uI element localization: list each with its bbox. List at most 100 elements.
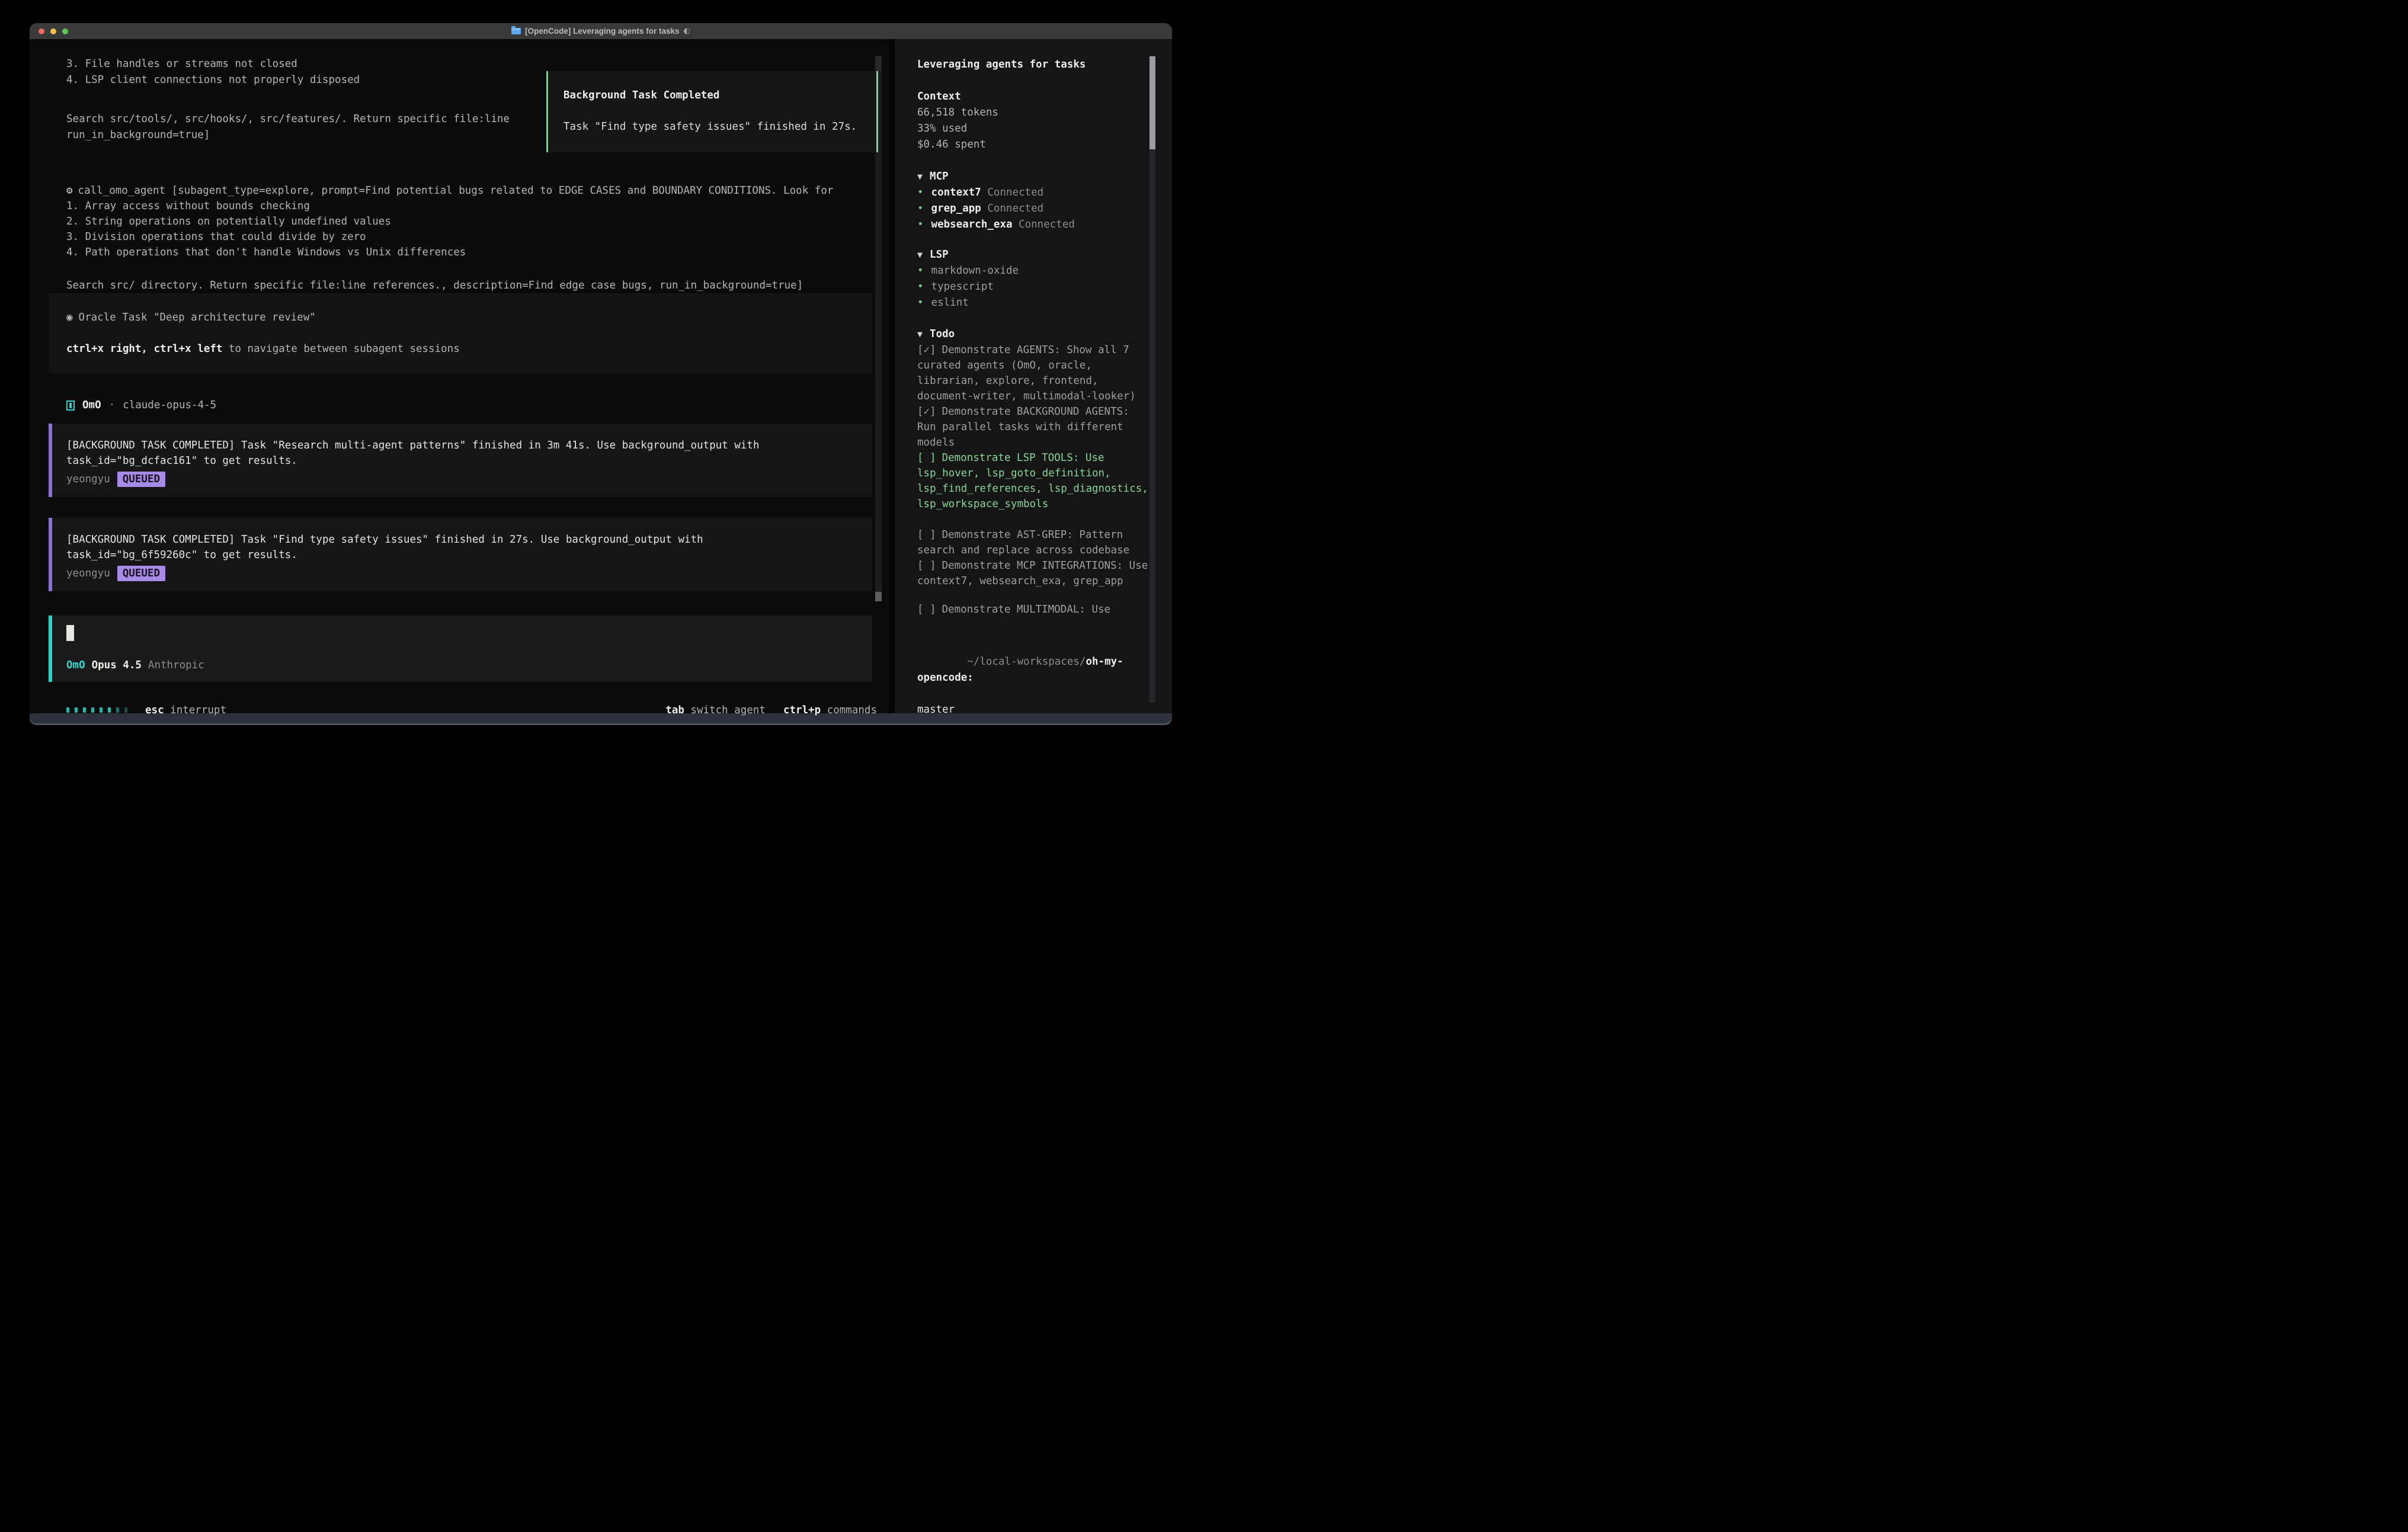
prompt-input[interactable]: OmO Opus 4.5 Anthropic — [49, 616, 872, 682]
lsp-item: •eslint — [917, 295, 1152, 311]
title-bar[interactable]: [OpenCode] Leveraging agents for tasks ◐ — [30, 23, 1172, 39]
unchecked-checkbox-icon: [ ] — [917, 452, 936, 464]
todo-section-header[interactable]: ▼ Todo — [917, 326, 1152, 342]
minimize-button[interactable] — [50, 28, 56, 34]
mcp-item: •grep_app Connected — [917, 201, 1152, 217]
message-author: yeongyu — [66, 473, 110, 485]
message-author: yeongyu — [66, 568, 110, 579]
hint-keys: ctrl+x right, ctrl+x left — [66, 343, 222, 355]
todo-item: [ ]Demonstrate MCP INTEGRATIONS: Use con… — [917, 558, 1152, 589]
zoom-button[interactable] — [62, 28, 68, 34]
background-task-message: [BACKGROUND TASK COMPLETED] Task "Resear… — [49, 424, 872, 497]
agent-model: claude-opus-4-5 — [123, 398, 216, 414]
agent-name: OmO — [82, 398, 101, 414]
checked-checkbox-icon: [✓] — [917, 406, 936, 418]
session-sidebar: Leveraging agents for tasks Context 66,5… — [895, 39, 1172, 713]
toast-body: Task "Find type safety issues" finished … — [563, 119, 876, 135]
bullet-icon: • — [917, 263, 924, 279]
status-badge: QUEUED — [117, 566, 165, 581]
git-branch: master — [917, 702, 1152, 718]
bullet-icon: • — [917, 185, 924, 201]
todo-item: [ ]Demonstrate MULTIMODAL: Use — [917, 602, 1152, 617]
half-circle-icon: ◐ — [683, 27, 690, 36]
oracle-nav-hint: ctrl+x right, ctrl+x left to navigate be… — [66, 341, 872, 357]
chevron-down-icon: ▼ — [917, 169, 923, 185]
input-agent-name: OmO — [66, 658, 85, 674]
window-title: [OpenCode] Leveraging agents for tasks ◐ — [30, 27, 1172, 36]
sidebar-scrollbar-thumb[interactable] — [1149, 56, 1155, 149]
folder-icon — [511, 28, 521, 34]
context-tokens: 66,518 tokens — [917, 105, 1152, 121]
message-line: task_id="bg_6f59260c" to get results. — [66, 547, 860, 563]
app-window: [OpenCode] Leveraging agents for tasks ◐… — [30, 23, 1172, 725]
background-task-message: [BACKGROUND TASK COMPLETED] Task "Find t… — [49, 518, 872, 591]
mcp-section-header[interactable]: ▼ MCP — [917, 169, 1152, 185]
input-model-row: OmO Opus 4.5 Anthropic — [66, 658, 872, 674]
message-line: [BACKGROUND TASK COMPLETED] Task "Find t… — [66, 532, 860, 547]
mcp-section: ▼ MCP •context7 Connected •grep_app Conn… — [917, 169, 1152, 233]
workspace-path: ~/local-workspaces/oh-my-opencode: maste… — [917, 638, 1152, 725]
lsp-item: •markdown-oxide — [917, 263, 1152, 279]
tool-call-item: 3. Division operations that could divide… — [66, 229, 889, 245]
tool-call-item: 1. Array access without bounds checking — [66, 198, 889, 214]
tool-call-item: 4. Path operations that don't handle Win… — [66, 245, 889, 260]
checked-checkbox-icon: [✓] — [917, 344, 936, 356]
lsp-item: •typescript — [917, 279, 1152, 295]
lsp-section: ▼ LSP •markdown-oxide •typescript •eslin… — [917, 247, 1152, 311]
tool-call-block: ⚙call_omo_agent [subagent_type=explore, … — [30, 183, 889, 293]
agent-omo-icon — [66, 400, 75, 411]
chevron-down-icon: ▼ — [917, 247, 923, 263]
oracle-task-title: ◉Oracle Task "Deep architecture review" — [66, 310, 872, 326]
interrupt-hint: esc interrupt — [145, 704, 226, 716]
scrollback-line: 3. File handles or streams not closed — [66, 56, 889, 72]
context-used: 33% used — [917, 121, 1152, 137]
hint-text: to navigate between subagent sessions — [222, 343, 459, 355]
todo-item: [✓]Demonstrate AGENTS: Show all 7 curate… — [917, 342, 1152, 404]
todo-item: [✓]Demonstrate BACKGROUND AGENTS: Run pa… — [917, 404, 1152, 450]
close-button[interactable] — [39, 28, 44, 34]
bullet-icon: • — [917, 279, 924, 295]
scrollbar-thumb[interactable] — [875, 592, 882, 601]
toast-title: Background Task Completed — [563, 88, 876, 104]
todo-item: [ ]Demonstrate LSP TOOLS: Use lsp_hover,… — [917, 450, 1152, 512]
lsp-section-header[interactable]: ▼ LSP — [917, 247, 1152, 263]
message-line: task_id="bg_dcfac161" to get results. — [66, 453, 860, 469]
spinner-dots-icon — [66, 707, 127, 713]
sidebar-scrollbar[interactable] — [1149, 56, 1155, 703]
bullet-icon: • — [917, 295, 924, 311]
pane-divider — [889, 39, 895, 713]
gear-icon: ⚙ — [66, 185, 73, 197]
oracle-task-card: ◉Oracle Task "Deep architecture review" … — [49, 293, 872, 373]
chevron-down-icon: ▼ — [917, 326, 923, 342]
context-spent: $0.46 spent — [917, 137, 1152, 153]
text-cursor — [66, 625, 74, 641]
window-title-text: [OpenCode] Leveraging agents for tasks — [525, 27, 679, 36]
separator-dot: · — [109, 398, 116, 414]
unchecked-checkbox-icon: [ ] — [917, 560, 936, 572]
mcp-item: •websearch_exa Connected — [917, 217, 1152, 233]
todo-section: ▼ Todo [✓]Demonstrate AGENTS: Show all 7… — [917, 326, 1152, 617]
status-bar: esc interrupt tab switch agent ctrl+p co… — [30, 702, 889, 718]
fisheye-icon: ◉ — [66, 312, 73, 323]
scrollbar-top-cap — [875, 56, 882, 71]
mcp-item: •context7 Connected — [917, 185, 1152, 201]
agent-header: OmO · claude-opus-4-5 — [30, 398, 889, 414]
message-line: [BACKGROUND TASK COMPLETED] Task "Resear… — [66, 438, 860, 453]
bullet-icon: • — [917, 217, 924, 233]
context-heading: Context — [917, 89, 1152, 105]
switch-agent-hint: tab switch agent — [665, 704, 766, 716]
window-controls — [39, 28, 68, 34]
input-provider: Anthropic — [148, 658, 204, 674]
background-task-toast: Background Task Completed Task "Find typ… — [546, 71, 878, 152]
tool-call-header: ⚙call_omo_agent [subagent_type=explore, … — [66, 183, 889, 198]
context-section: Context 66,518 tokens 33% used $0.46 spe… — [917, 89, 1152, 153]
tool-call-footer: Search src/ directory. Return specific f… — [66, 278, 889, 293]
status-badge: QUEUED — [117, 472, 165, 487]
bullet-icon: • — [917, 201, 924, 217]
tool-call-item: 2. String operations on potentially unde… — [66, 214, 889, 229]
unchecked-checkbox-icon: [ ] — [917, 604, 936, 616]
todo-item: [ ]Demonstrate AST-GREP: Pattern search … — [917, 527, 1152, 558]
session-pane: 3. File handles or streams not closed 4.… — [30, 39, 889, 713]
sidebar-session-title: Leveraging agents for tasks — [917, 57, 1152, 73]
unchecked-checkbox-icon: [ ] — [917, 529, 936, 541]
